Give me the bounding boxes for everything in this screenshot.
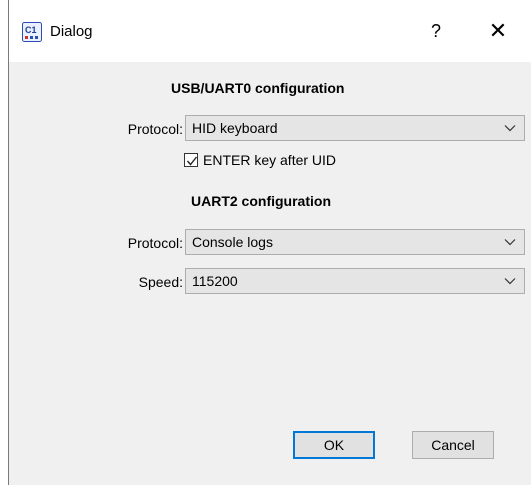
c1-app-icon: C1 <box>22 22 42 42</box>
help-button[interactable]: ? <box>424 18 448 44</box>
enter-key-checkbox-label[interactable]: ENTER key after UID <box>203 151 336 169</box>
uart2-speed-select[interactable]: 115200 <box>185 268 525 294</box>
uart2-heading: UART2 configuration <box>191 193 331 209</box>
dialog-window: C1 Dialog ? ✕ USB/UART0 configuration Pr… <box>8 0 531 485</box>
uart2-protocol-select[interactable]: Console logs <box>185 229 525 255</box>
chevron-down-icon <box>504 125 516 132</box>
window-title: Dialog <box>50 23 93 40</box>
title-bar: C1 Dialog ? ✕ <box>9 0 531 62</box>
uart2-speed-label: Speed: <box>138 274 183 290</box>
uart2-speed-value: 115200 <box>192 273 238 289</box>
checkmark-icon <box>186 156 198 166</box>
usb-protocol-label: Protocol: <box>127 121 183 137</box>
usb-protocol-select[interactable]: HID keyboard <box>185 115 525 141</box>
uart2-protocol-value: Console logs <box>192 234 273 250</box>
chevron-down-icon <box>504 278 516 285</box>
close-button[interactable]: ✕ <box>483 18 513 44</box>
usb-uart0-heading: USB/UART0 configuration <box>171 80 345 96</box>
uart2-protocol-label: Protocol: <box>127 235 183 251</box>
enter-key-checkbox[interactable] <box>184 153 198 167</box>
svg-text:C1: C1 <box>25 25 37 35</box>
usb-protocol-value: HID keyboard <box>192 120 278 136</box>
chevron-down-icon <box>504 239 516 246</box>
ok-button[interactable]: OK <box>293 431 375 459</box>
cancel-button[interactable]: Cancel <box>412 431 494 459</box>
